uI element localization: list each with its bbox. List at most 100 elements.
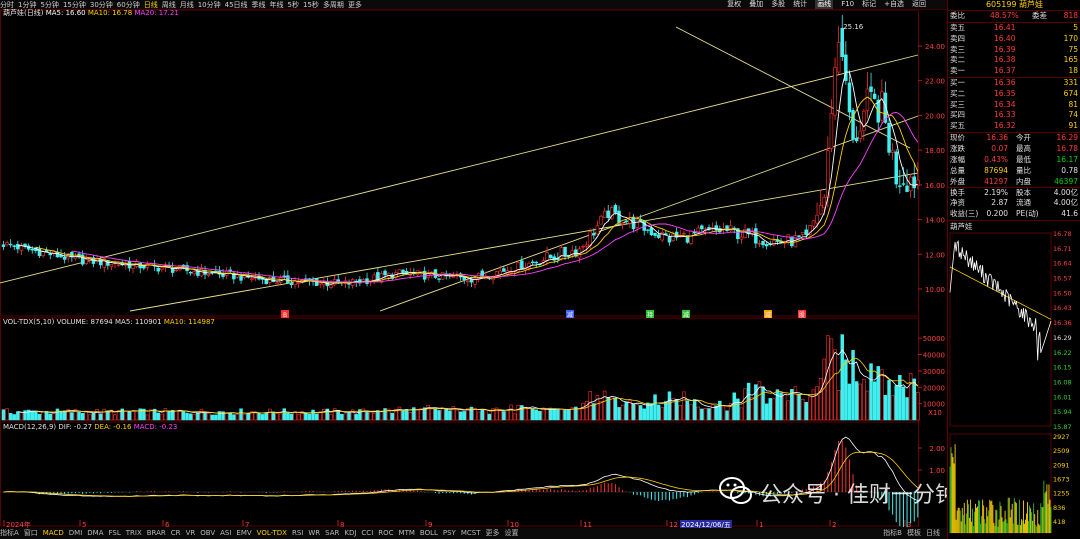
indicator-tab[interactable]: CCI [361,529,373,537]
indicator-tab[interactable]: OBV [200,529,215,537]
quote-stat-cell: 外盘 [950,176,965,186]
indicator-tab[interactable]: DMA [87,529,103,537]
volume-bar [502,411,506,421]
volume-bar [854,381,859,421]
volume-bar [851,350,855,421]
indicator-tab[interactable]: MCST [461,529,481,537]
volume-bar [844,359,848,421]
quote-cell: 16.32 [994,121,1016,131]
candle-body [901,183,906,185]
indicator-tab[interactable]: 更多 [486,529,500,537]
indicator-tab[interactable]: WR [308,529,320,537]
bottom-right-tab[interactable]: 指标B [883,529,902,537]
volume-bar [797,393,801,421]
volume-bar [908,373,913,421]
quote-stat-row: 现价 16.36 今开 16.29 [950,133,1080,144]
volume-tick-label: 50000 [923,335,945,343]
trend-line [0,54,919,284]
candle-body [296,282,301,284]
indicator-tab[interactable]: EMV [236,529,251,537]
candle-body [559,247,564,259]
indicator-tab[interactable]: RSI [292,529,303,537]
kline-chart[interactable]: 25.16 24.0022.0020.0018.0016.0014.0012.0… [0,0,947,528]
volume-bars [1,334,920,421]
quote-stat-cell: PE(动) [1016,209,1039,219]
candle-body [282,275,286,277]
volume-bar [440,407,445,421]
volume-bar [1,409,6,421]
quote-row: 买四 16.33 74 [950,110,1080,121]
mini-price-line [949,239,1052,361]
quote-cell: 331 [1063,78,1078,87]
volume-bar [656,404,661,421]
volume-bar [480,409,484,421]
indicator-tab[interactable]: BRAR [147,529,166,537]
candle-body [109,264,114,267]
ma10-value: MA10: 16.78 [87,9,133,17]
indicator-tab[interactable]: TRIX [126,529,142,537]
candle-body [905,185,909,192]
indicator-tab[interactable]: 指标A [0,529,19,537]
volume-bar [134,410,139,421]
indicator-tab[interactable]: VOL-TDX [257,529,287,537]
candle-body [728,225,733,232]
candle-body [764,244,769,247]
volume-bar [772,398,776,421]
indicator-tab[interactable]: KDJ [344,529,356,537]
candle-body [869,86,873,92]
mini-price-frame [949,232,1052,427]
volume-bar [901,386,906,421]
mini-price-tick: 16.78 [1053,230,1072,238]
event-marker-label: 减 [567,311,573,319]
bottom-right-tab[interactable]: 日线 [926,529,940,537]
candle-body [498,270,502,275]
candle-body [397,269,402,274]
quote-cell: 买四 [950,110,965,120]
candle-body [466,280,470,283]
indicator-tab[interactable]: SAR [325,529,339,537]
indicator-tab[interactable]: ASI [220,529,231,537]
indicator-tab[interactable]: MTM [399,529,415,537]
indicator-tab[interactable]: MACD [43,529,64,537]
mini-volume-tick: 2927 [1053,433,1070,441]
bottom-right-tab[interactable]: 模板 [907,529,921,537]
quote-row: 卖四 16.40 170 [950,34,1080,45]
indicator-tab[interactable]: PSY [443,529,456,537]
indicator-tab[interactable]: BOLL [420,529,438,537]
quote-stat-cell: 4.00亿 [1053,187,1078,197]
candle-body [318,282,322,285]
trend-line [675,26,911,149]
volume-bar [530,408,535,421]
candle-body [667,236,672,243]
trend-lines [0,26,919,312]
candle-body [293,280,297,286]
volume-bar [91,412,96,421]
candle-body [581,246,585,248]
vol-ma5-line [17,349,919,414]
volume-bar [516,405,520,421]
indicator-tab[interactable]: 设置 [505,529,519,537]
volume-bar [120,408,124,421]
vol-ma5: MA5: 110901 [115,318,162,326]
candle-body [865,88,870,111]
vol-ma10: MA10: 114987 [163,318,215,326]
quote-cell: 16.38 [994,55,1016,65]
indicator-tab[interactable]: FSL [109,529,121,537]
volume-bar [545,408,549,421]
indicator-tab[interactable]: CR [171,529,181,537]
quote-cell: 91 [1068,121,1078,131]
candle-body [116,264,121,266]
candle-body [55,251,60,258]
indicator-tab[interactable]: 窗口 [24,529,38,537]
quote-cell: 卖一 [950,66,965,76]
price-tick-label: 24.00 [925,43,945,51]
indicator-tab[interactable]: VR [186,529,196,537]
intraday-mini-chart[interactable]: 16.78 16.71 16.64 16.57 16.50 16.43 16.36 16.29… [948,221,1080,539]
volume-bar [512,413,517,421]
macd-legend: MACD(12,26,9) DIF: -0.27 DEA: -0.16 MACD… [3,423,177,432]
indicator-tab[interactable]: DMI [69,529,83,537]
indicator-tab[interactable]: ROC [378,529,393,537]
ma20-value: MA20: 17.21 [134,9,179,17]
mini-volume-tick: 1673 [1053,476,1070,484]
quote-cell: 16.34 [994,99,1016,109]
